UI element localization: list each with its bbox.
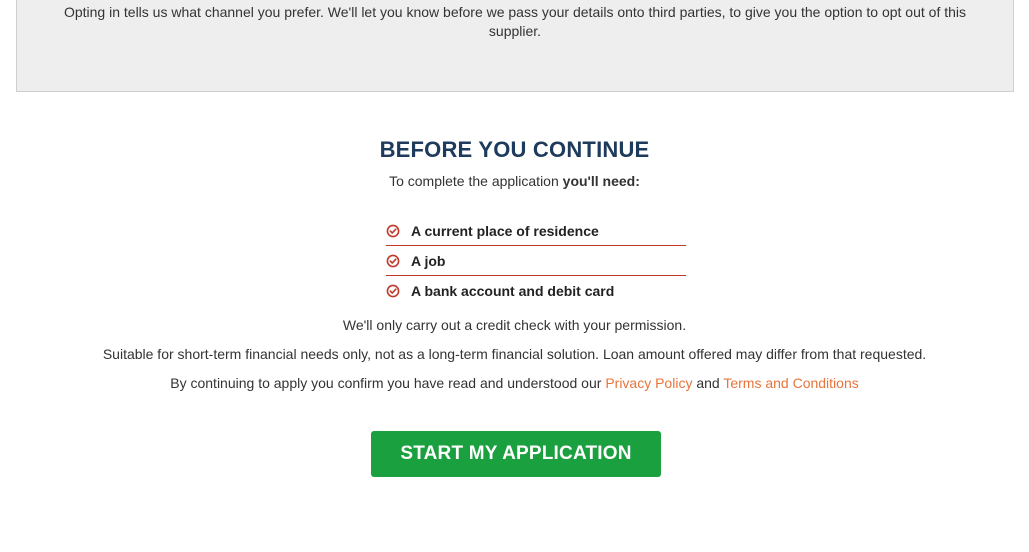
terms-conditions-link[interactable]: Terms and Conditions [723,375,858,391]
requirement-item: A current place of residence [386,216,686,246]
consent-and: and [692,375,724,391]
requirements-list: A current place of residence A job A ban… [386,216,686,305]
section-title: BEFORE YOU CONTINUE [379,137,650,162]
optin-info-box: Opting in tells us what channel you pref… [16,0,1014,92]
check-circle-icon [386,254,400,268]
start-application-button[interactable]: START MY APPLICATION [371,431,661,477]
privacy-policy-link[interactable]: Privacy Policy [605,375,692,391]
optin-text: Opting in tells us what channel you pref… [63,4,967,39]
requirement-item: A job [386,246,686,276]
requirement-label: A current place of residence [411,222,599,239]
requirement-label: A job [411,252,446,269]
section-subtitle: To complete the application you'll need: [0,173,1029,189]
requirement-item: A bank account and debit card [386,276,686,305]
check-circle-icon [386,284,400,298]
credit-check-note: We'll only carry out a credit check with… [342,317,687,333]
check-circle-icon [386,224,400,238]
consent-prefix: By continuing to apply you confirm you h… [170,375,606,391]
subtitle-prefix: To complete the application [389,173,563,189]
subtitle-bold: you'll need: [562,173,640,189]
suitability-note: Suitable for short-term financial needs … [102,346,927,362]
requirement-label: A bank account and debit card [411,282,615,299]
consent-note: By continuing to apply you confirm you h… [0,375,1029,391]
